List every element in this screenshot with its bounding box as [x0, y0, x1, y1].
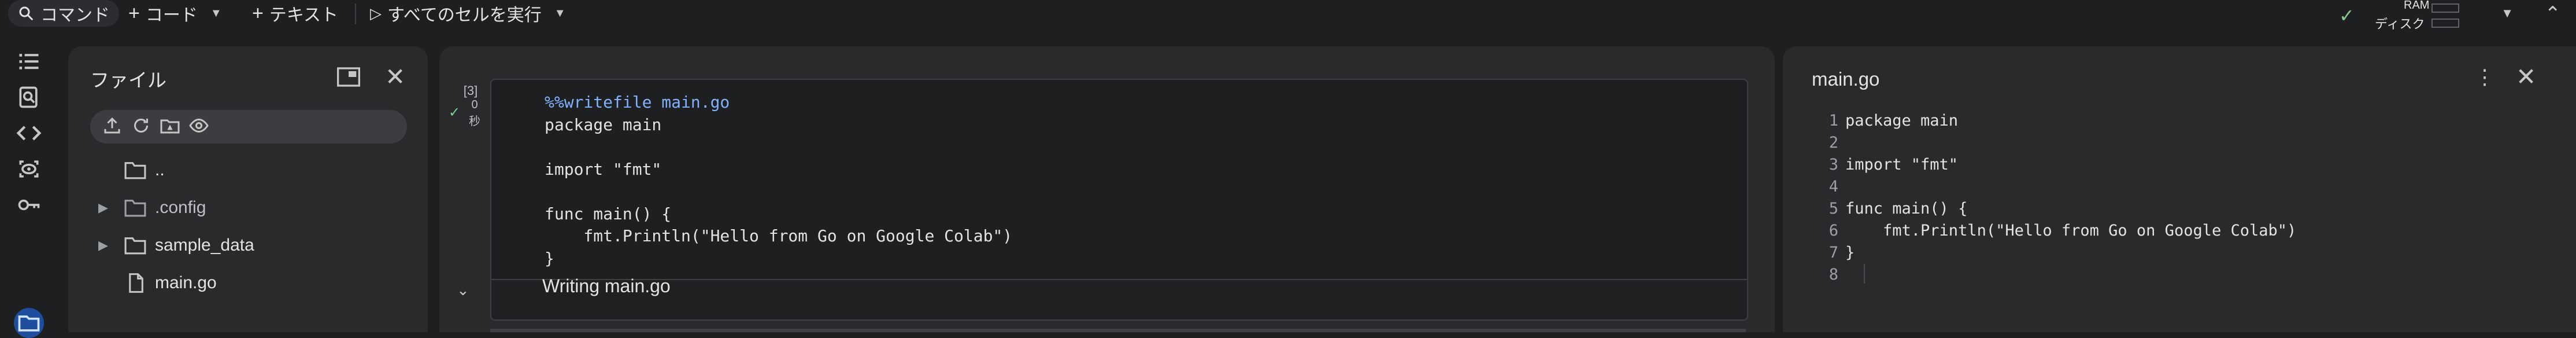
close-icon[interactable]: ✕ — [2516, 63, 2536, 91]
disk-usage-bar — [2431, 19, 2459, 28]
line-number: 7 — [1829, 244, 1838, 262]
plus-icon: + — [128, 2, 140, 24]
mount-drive-icon[interactable] — [160, 115, 183, 138]
line-number: 8 — [1829, 266, 1838, 284]
code-line: package main — [545, 115, 662, 134]
files-panel: ファイル ✕ .. ▶ .config ▶ sample_data main.g… — [68, 46, 428, 332]
upload-icon[interactable] — [102, 115, 125, 138]
add-code-button[interactable]: + コード ▼ — [128, 0, 222, 27]
disk-label: ディスク — [2375, 17, 2425, 31]
editor-code[interactable]: package main import "fmt" func main() { … — [1845, 110, 2296, 264]
folder-icon — [124, 160, 147, 185]
connected-check-icon: ✓ — [2339, 5, 2355, 26]
run-all-label: すべてのセルを実行 — [387, 6, 542, 25]
files-panel-title: ファイル — [90, 69, 166, 91]
code-cell[interactable]: %%writefile main.go package main import … — [490, 79, 1748, 321]
cell-output: Writing main.go — [542, 275, 671, 296]
refresh-icon[interactable] — [131, 115, 154, 138]
code-line: } — [545, 248, 554, 268]
editor-title: main.go — [1812, 68, 1880, 90]
execution-time-value: 0 — [471, 98, 478, 111]
code-line: func main() { — [545, 204, 672, 223]
line-number: 4 — [1829, 178, 1838, 196]
tree-item-label: .. — [155, 160, 165, 179]
secrets-key-icon[interactable] — [14, 190, 44, 220]
editor-line: func main() { — [1845, 200, 1968, 218]
show-hidden-files-icon[interactable] — [188, 115, 212, 138]
tree-item-label: .config — [155, 198, 206, 217]
execution-count: [3] — [463, 83, 478, 98]
folder-icon — [124, 235, 147, 260]
line-number: 3 — [1829, 156, 1838, 174]
add-text-button[interactable]: + テキスト — [252, 0, 338, 27]
output-collapse-chevron-icon[interactable]: ⌄ — [457, 281, 469, 299]
expand-arrow-icon[interactable]: ▶ — [98, 238, 108, 253]
find-icon[interactable] — [14, 82, 44, 112]
files-toolbar — [90, 110, 407, 144]
more-options-icon[interactable]: ⋮ — [2474, 65, 2495, 89]
command-label: コマンド — [40, 6, 110, 25]
success-check-icon: ✓ — [449, 105, 461, 120]
toolbar: コマンド + コード ▼ + テキスト ▷ すべてのセルを実行 ▼ ✓ RAM … — [0, 0, 2576, 35]
dropdown-arrow-icon[interactable]: ▼ — [210, 7, 222, 20]
search-icon — [19, 6, 34, 21]
collapse-chevron-up-icon[interactable]: ⌃ — [2545, 2, 2562, 25]
text-label: テキスト — [269, 6, 338, 25]
indent-guide — [1864, 264, 1865, 284]
left-rail — [0, 46, 58, 338]
editor-line: } — [1845, 244, 1855, 262]
cell-execution-info[interactable]: [3] ✓ 0 秒 — [449, 83, 488, 128]
code-line: import "fmt" — [545, 159, 662, 179]
variables-icon[interactable] — [14, 154, 44, 184]
play-icon: ▷ — [370, 4, 382, 22]
code-snippets-icon[interactable] — [14, 118, 44, 148]
code-editor[interactable]: %%writefile main.go package main import … — [491, 80, 1747, 279]
table-of-contents-icon[interactable] — [14, 46, 44, 76]
resource-indicator[interactable]: ✓ RAM ディスク — [2339, 0, 2459, 32]
ram-usage-bar — [2431, 3, 2459, 13]
editor-line: package main — [1845, 112, 1959, 130]
close-icon[interactable]: ✕ — [385, 63, 405, 91]
run-all-button[interactable]: ▷ すべてのセルを実行 ▼ — [370, 0, 566, 27]
editor-line: import "fmt" — [1845, 156, 1959, 174]
command-palette-button[interactable]: コマンド — [8, 0, 119, 27]
output-divider — [491, 279, 1747, 280]
code-line: %%writefile main.go — [545, 93, 730, 112]
expand-arrow-icon[interactable]: ▶ — [98, 200, 108, 215]
file-icon — [124, 273, 147, 298]
tree-item-label: sample_data — [155, 236, 254, 255]
dropdown-arrow-icon[interactable]: ▼ — [554, 7, 566, 20]
folder-icon — [124, 197, 147, 223]
file-editor-panel: main.go ⋮ ✕ 1 2 3 4 5 6 7 8 package main import… — [1783, 46, 2576, 332]
runtime-dropdown-icon[interactable]: ▼ — [2501, 6, 2514, 21]
plus-icon: + — [252, 2, 264, 24]
editor-line: fmt.Println("Hello from Go on Google Col… — [1845, 222, 2297, 240]
line-number: 6 — [1829, 222, 1838, 240]
line-number: 2 — [1829, 134, 1838, 152]
toolbar-divider — [355, 3, 356, 24]
line-number: 1 — [1829, 112, 1838, 130]
code-line: fmt.Println("Hello from Go on Google Col… — [545, 226, 1013, 245]
notebook-area: [3] ✓ 0 秒 %%writefile main.go package ma… — [439, 46, 1775, 332]
open-in-window-icon[interactable] — [337, 67, 360, 87]
next-cell-edge — [490, 329, 1746, 332]
ram-label: RAM — [2404, 0, 2430, 12]
line-number: 5 — [1829, 200, 1838, 218]
files-icon[interactable] — [14, 308, 44, 338]
tree-item-label: main.go — [155, 273, 217, 292]
execution-time-unit: 秒 — [469, 115, 480, 128]
code-content[interactable]: %%writefile main.go package main import … — [545, 91, 1012, 270]
code-label: コード — [145, 6, 198, 25]
line-numbers: 1 2 3 4 5 6 7 8 — [1815, 110, 1838, 286]
